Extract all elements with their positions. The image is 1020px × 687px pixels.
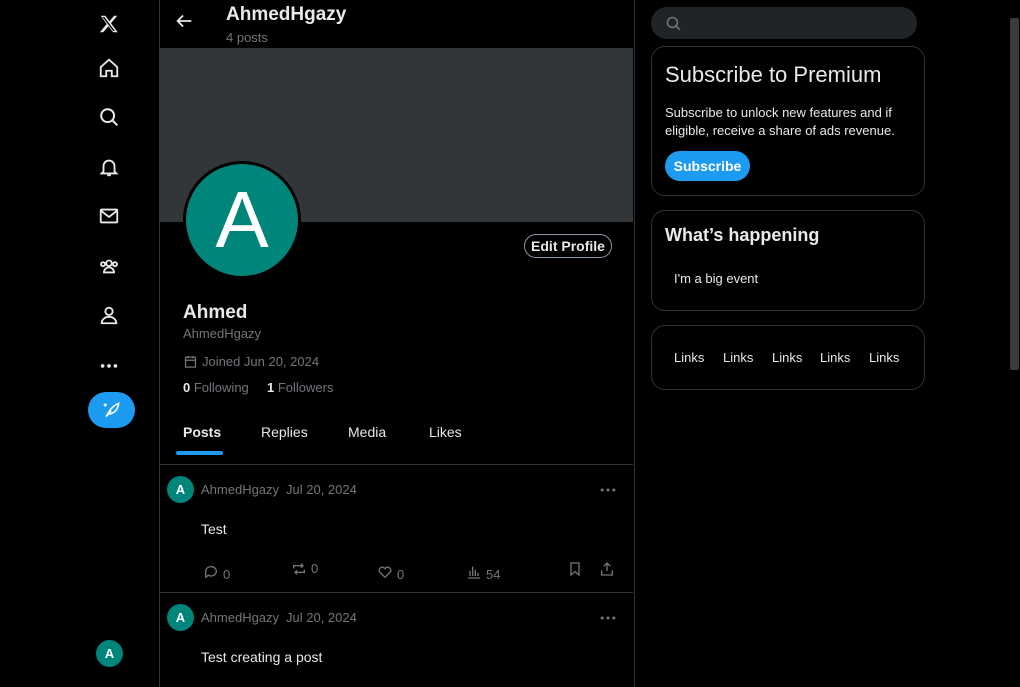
repost-icon	[293, 563, 305, 575]
post-more-icon[interactable]	[598, 480, 618, 505]
followers-label: Followers	[277, 380, 334, 395]
more-icon[interactable]	[96, 352, 122, 378]
calendar-icon	[184, 355, 197, 368]
search-bar[interactable]	[651, 7, 917, 39]
share-icon[interactable]	[599, 561, 615, 577]
header-post-count: 4 posts	[226, 30, 268, 45]
search-icon	[666, 16, 681, 30]
post-author[interactable]: AhmedHgazy	[201, 482, 279, 497]
tab-likes[interactable]: Likes	[429, 424, 462, 440]
back-arrow-icon[interactable]	[173, 10, 195, 32]
post-avatar[interactable]: A	[167, 604, 194, 631]
reply-icon	[204, 565, 217, 579]
header-title: AhmedHgazy	[226, 4, 347, 25]
footer-link[interactable]: Links	[674, 350, 704, 365]
premium-title: Subscribe to Premium	[665, 62, 882, 87]
post-divider	[160, 592, 633, 593]
views-button[interactable]: 54	[466, 561, 500, 582]
profile-handle: AhmedHgazy	[183, 326, 262, 341]
trend-item[interactable]: I'm a big event	[674, 271, 758, 286]
tab-replies[interactable]: Replies	[261, 424, 308, 440]
tab-posts[interactable]: Posts	[183, 424, 221, 440]
views-count: 54	[486, 567, 501, 582]
footer-link[interactable]: Links	[869, 350, 899, 365]
premium-body: Subscribe to unlock new features and if …	[665, 105, 895, 138]
subscribe-button[interactable]: Subscribe	[665, 151, 750, 181]
like-button[interactable]: 0	[377, 561, 404, 582]
followers-link[interactable]: 1 Followers	[267, 380, 333, 395]
profile-avatar[interactable]: A	[183, 161, 301, 279]
heart-icon	[378, 566, 392, 578]
reply-count: 0	[223, 567, 231, 582]
post-text: Test	[201, 521, 227, 537]
post-more-icon[interactable]	[598, 608, 618, 633]
joined-date: Joined Jun 20, 2024	[183, 354, 319, 369]
following-label: Following	[193, 380, 249, 395]
tab-media[interactable]: Media	[348, 424, 386, 440]
mail-icon[interactable]	[96, 203, 122, 229]
x-logo-icon[interactable]	[96, 11, 122, 37]
active-tab-indicator	[176, 451, 223, 455]
footer-link[interactable]: Links	[772, 350, 802, 365]
search-icon[interactable]	[96, 104, 122, 130]
communities-icon[interactable]	[96, 253, 122, 279]
profile-icon[interactable]	[96, 302, 122, 328]
following-count: 0	[183, 380, 191, 395]
home-icon[interactable]	[96, 55, 122, 81]
footer-link[interactable]: Links	[820, 350, 850, 365]
edit-profile-button[interactable]: Edit Profile	[524, 234, 612, 258]
bell-icon[interactable]	[96, 154, 122, 180]
following-link[interactable]: 0 Following	[183, 380, 249, 395]
like-count: 0	[397, 567, 405, 582]
post-text: Test creating a post	[201, 649, 323, 665]
repost-count: 0	[311, 560, 319, 576]
views-chart-icon	[468, 566, 480, 579]
search-input[interactable]	[690, 14, 904, 32]
reply-button[interactable]: 0	[203, 561, 230, 582]
post-author[interactable]: AhmedHgazy	[201, 610, 279, 625]
bookmark-icon[interactable]	[567, 561, 583, 577]
scrollbar-thumb[interactable]	[1010, 18, 1019, 370]
followers-count: 1	[267, 380, 275, 395]
whats-happening-title: What’s happening	[665, 225, 820, 245]
profile-name: Ahmed	[183, 302, 248, 323]
footer-link[interactable]: Links	[723, 350, 753, 365]
post-avatar[interactable]: A	[167, 476, 194, 503]
joined-text: Joined Jun 20, 2024	[202, 354, 320, 369]
repost-button[interactable]: 0	[291, 561, 318, 577]
tabs-divider	[160, 464, 633, 465]
account-avatar[interactable]: A	[96, 640, 123, 667]
post-date: Jul 20, 2024	[286, 610, 357, 625]
feather-icon	[103, 402, 120, 418]
compose-post-button[interactable]	[88, 392, 135, 428]
post-date: Jul 20, 2024	[286, 482, 357, 497]
